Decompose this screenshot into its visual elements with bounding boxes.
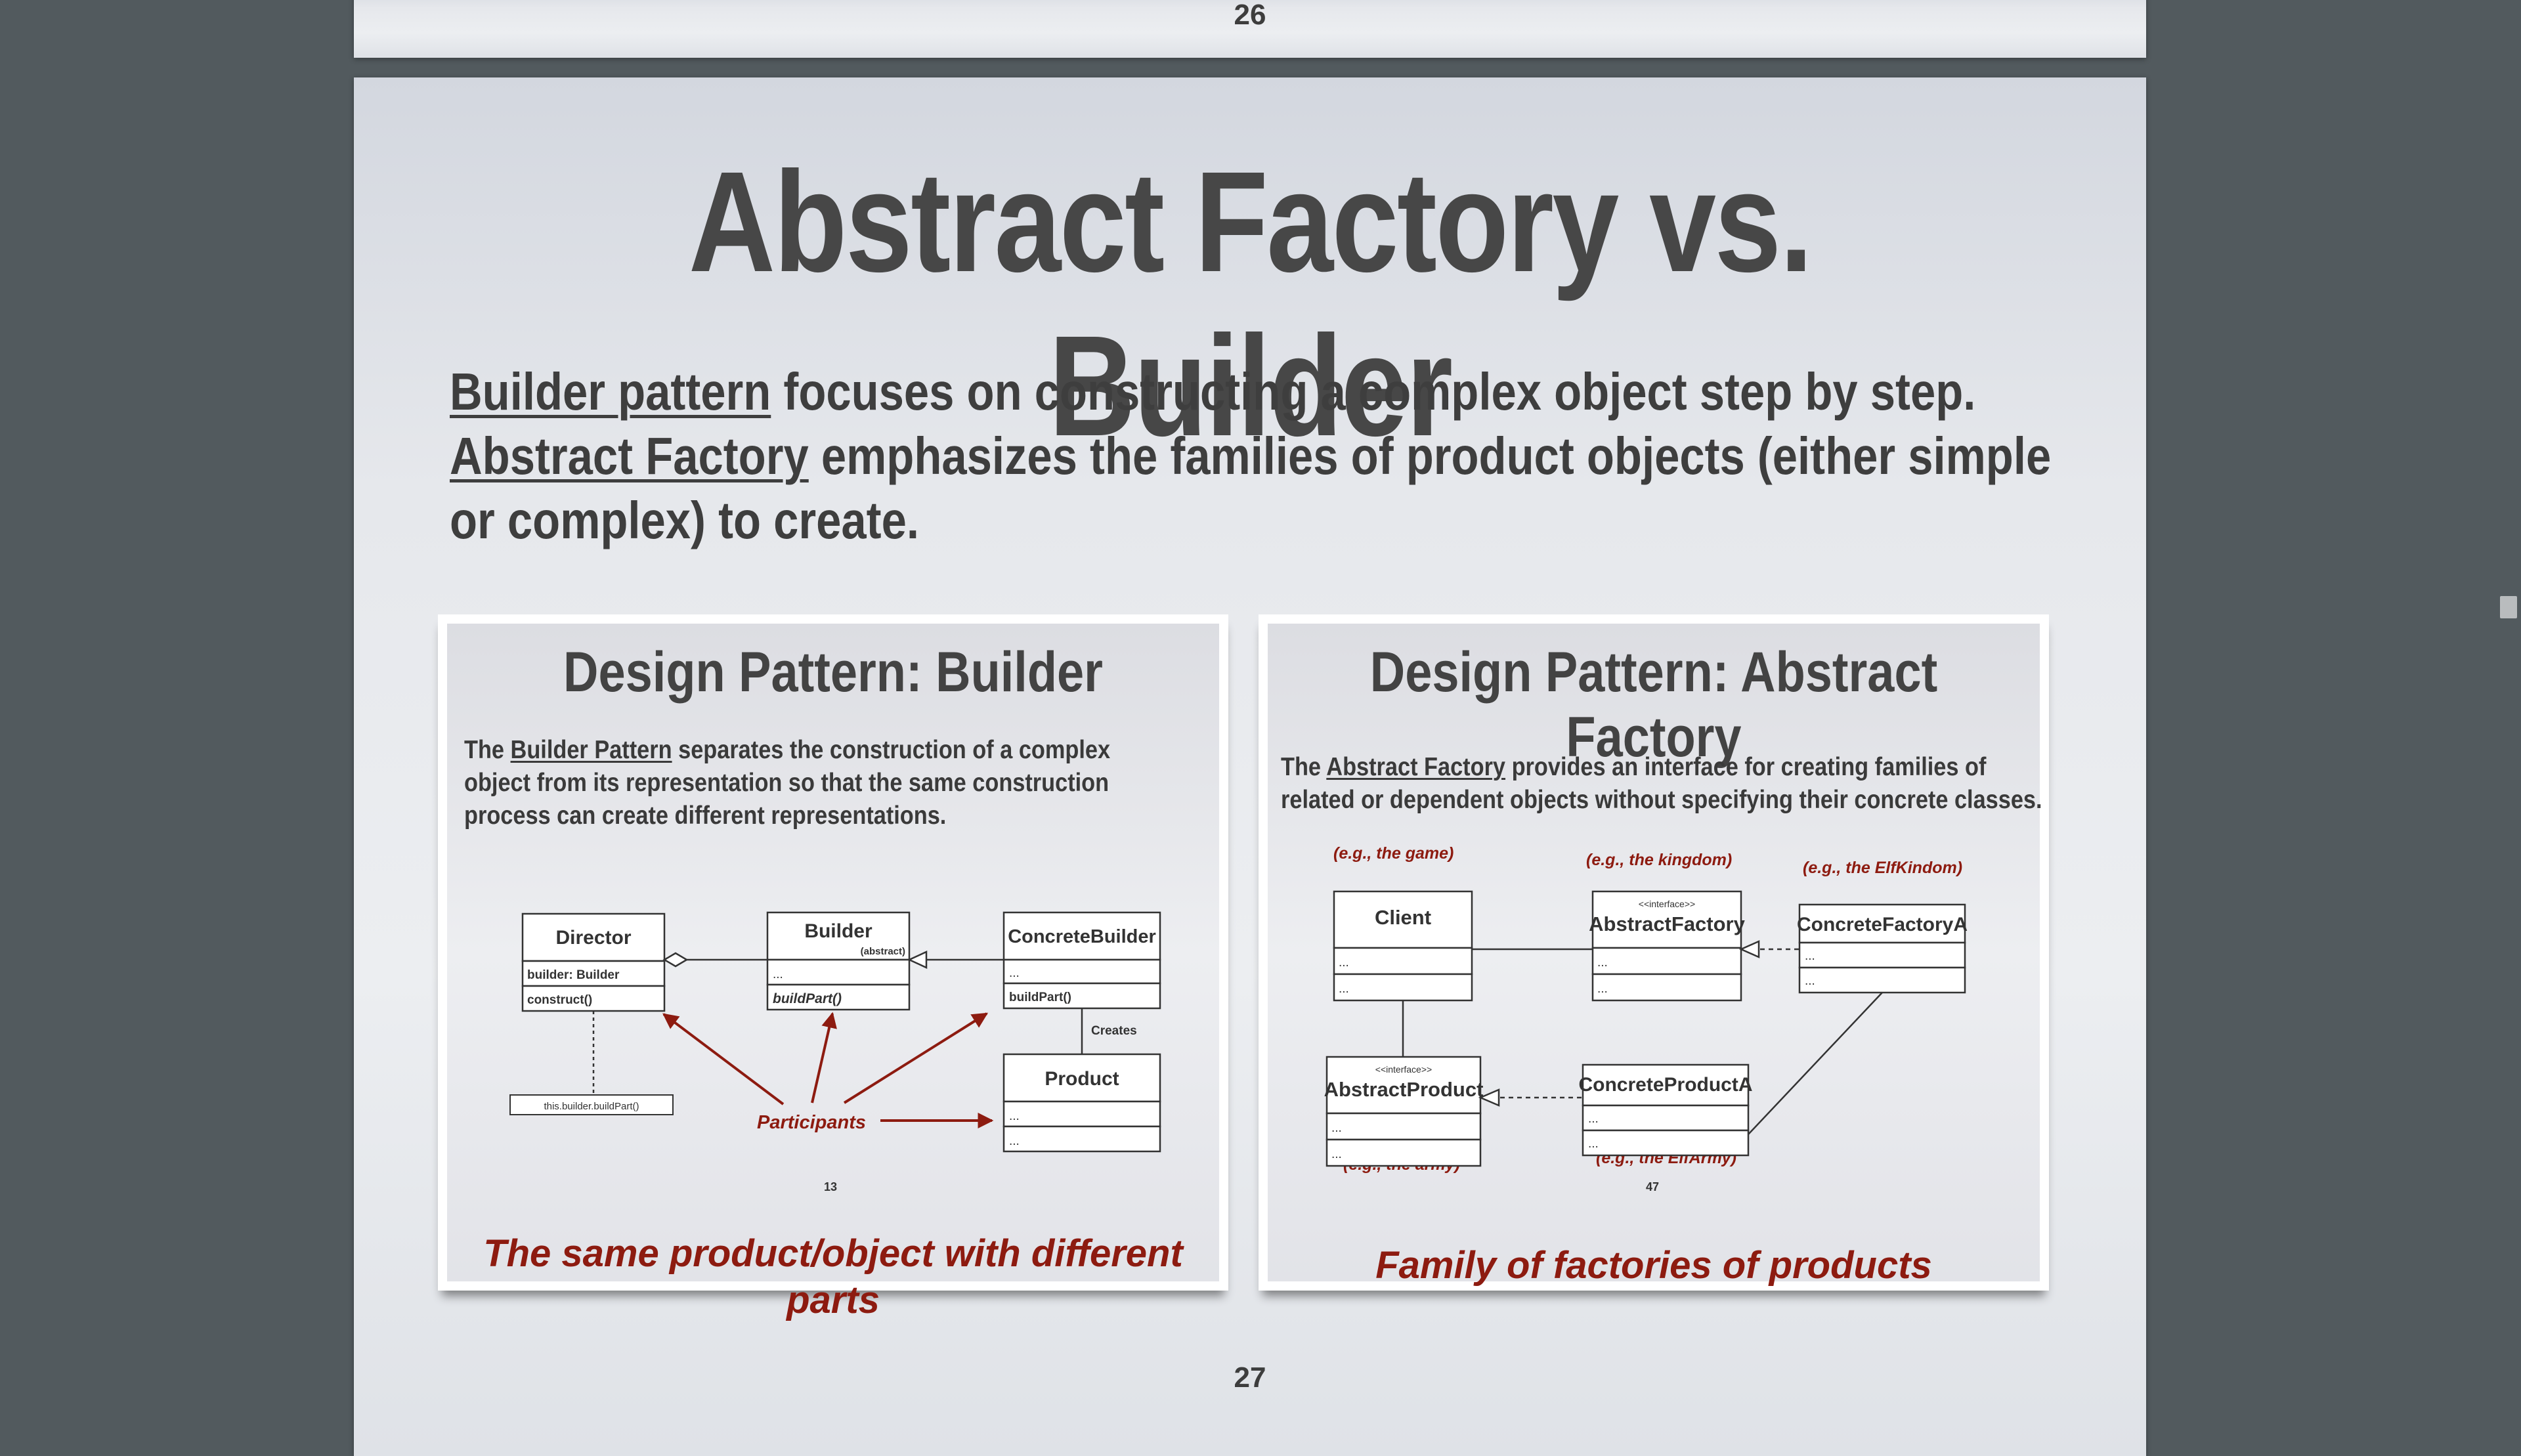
svg-text:...: ...	[1597, 956, 1608, 970]
previous-page: 26	[354, 0, 2146, 58]
svg-text:buildPart(): buildPart()	[773, 991, 842, 1006]
factory-slide-inner: Design Pattern: Abstract Factory The Abs…	[1268, 624, 2042, 1281]
participants-label: Participants	[757, 1112, 866, 1133]
builder-class: Builder (abstract) ... buildPart()	[766, 911, 911, 1011]
director-label: Director	[555, 927, 631, 949]
builder-line: Builder pattern focuses on constructing …	[450, 360, 2070, 424]
svg-text:...: ...	[1009, 1134, 1020, 1148]
svg-text:builder: Builder: builder: Builder	[527, 968, 620, 982]
svg-text:...: ...	[773, 968, 783, 981]
factory-line: Abstract Factory emphasizes the families…	[450, 424, 2070, 553]
abstract-factory-class: <<interface>> AbstractFactory ... ...	[1589, 890, 1746, 1002]
factory-slide-number: 47	[1646, 1180, 1660, 1193]
factory-caption: Family of factories of products	[1375, 1244, 1932, 1287]
page-number: 27	[1234, 1361, 1266, 1394]
svg-text:ConcreteProductA: ConcreteProductA	[1578, 1074, 1752, 1096]
svg-text:Creates: Creates	[1091, 1024, 1137, 1038]
abstract-factory-link[interactable]: Abstract Factory	[450, 427, 809, 485]
builder-caption: The same product/object with different p…	[483, 1232, 1183, 1321]
svg-text:...: ...	[1339, 956, 1349, 970]
svg-text:Builder: Builder	[804, 920, 873, 942]
concrete-product-class: ConcreteProductA ... ...	[1578, 1063, 1753, 1157]
svg-text:...: ...	[1597, 982, 1608, 996]
scrollbar-thumb[interactable]	[2500, 596, 2517, 618]
slide-page: Abstract Factory vs. Builder Builder pat…	[354, 77, 2146, 1456]
svg-text:buildPart(): buildPart()	[1009, 991, 1071, 1004]
svg-text:construct(): construct()	[527, 993, 592, 1007]
note-text: this.builder.buildPart()	[544, 1101, 639, 1112]
product-class: Product ... ...	[1002, 1053, 1161, 1153]
builder-slide-number: 13	[824, 1180, 838, 1193]
svg-text:(abstract): (abstract)	[861, 946, 905, 957]
svg-text:...: ...	[1331, 1147, 1342, 1161]
builder-slide-inner: Design Pattern: Builder The Builder Patt…	[447, 624, 1219, 1281]
builder-pattern-link[interactable]: Builder pattern	[450, 362, 771, 421]
svg-text:<<interface>>: <<interface>>	[1639, 899, 1695, 909]
builder-line-text: focuses on constructing a complex object…	[771, 362, 1976, 421]
slide-body: Builder pattern focuses on constructing …	[450, 360, 2070, 553]
svg-text:(e.g., the ElfKindom): (e.g., the ElfKindom)	[1803, 859, 1962, 877]
builder-slide-thumbnail: Design Pattern: Builder The Builder Patt…	[438, 614, 1228, 1291]
svg-text:...: ...	[1009, 966, 1020, 980]
svg-text:ConcreteBuilder: ConcreteBuilder	[1008, 926, 1156, 947]
svg-text:Product: Product	[1045, 1068, 1119, 1090]
inheritance-arrow	[907, 951, 928, 969]
concrete-builder-class: ConcreteBuilder ... buildPart()	[1002, 911, 1161, 1010]
svg-text:AbstractProduct: AbstractProduct	[1324, 1078, 1484, 1101]
svg-text:AbstractFactory: AbstractFactory	[1589, 912, 1745, 935]
svg-text:<<interface>>: <<interface>>	[1375, 1064, 1432, 1075]
svg-text:...: ...	[1331, 1121, 1342, 1135]
abstract-factory-slide-thumbnail: Design Pattern: Abstract Factory The Abs…	[1259, 614, 2049, 1291]
svg-text:...: ...	[1009, 1109, 1020, 1123]
svg-text:...: ...	[1339, 982, 1349, 996]
concrete-factory-class: ConcreteFactoryA ... ...	[1797, 903, 1968, 994]
svg-text:ConcreteFactoryA: ConcreteFactoryA	[1797, 914, 1968, 935]
svg-text:...: ...	[1805, 949, 1815, 963]
svg-text:...: ...	[1588, 1112, 1599, 1126]
client-class: Client ... ...	[1333, 890, 1473, 1002]
director-class: Director builder: Builder construct()	[521, 912, 666, 1012]
svg-text:...: ...	[1805, 974, 1815, 988]
svg-text:(e.g., the kingdom): (e.g., the kingdom)	[1586, 851, 1732, 869]
aggregation-diamond	[662, 952, 689, 968]
svg-text:...: ...	[1588, 1137, 1599, 1151]
page-number: 26	[1234, 0, 1266, 31]
svg-text:Client: Client	[1375, 906, 1431, 929]
abstract-product-class: <<interface>> AbstractProduct ... ...	[1324, 1056, 1484, 1167]
svg-text:(e.g., the game): (e.g., the game)	[1333, 844, 1454, 863]
